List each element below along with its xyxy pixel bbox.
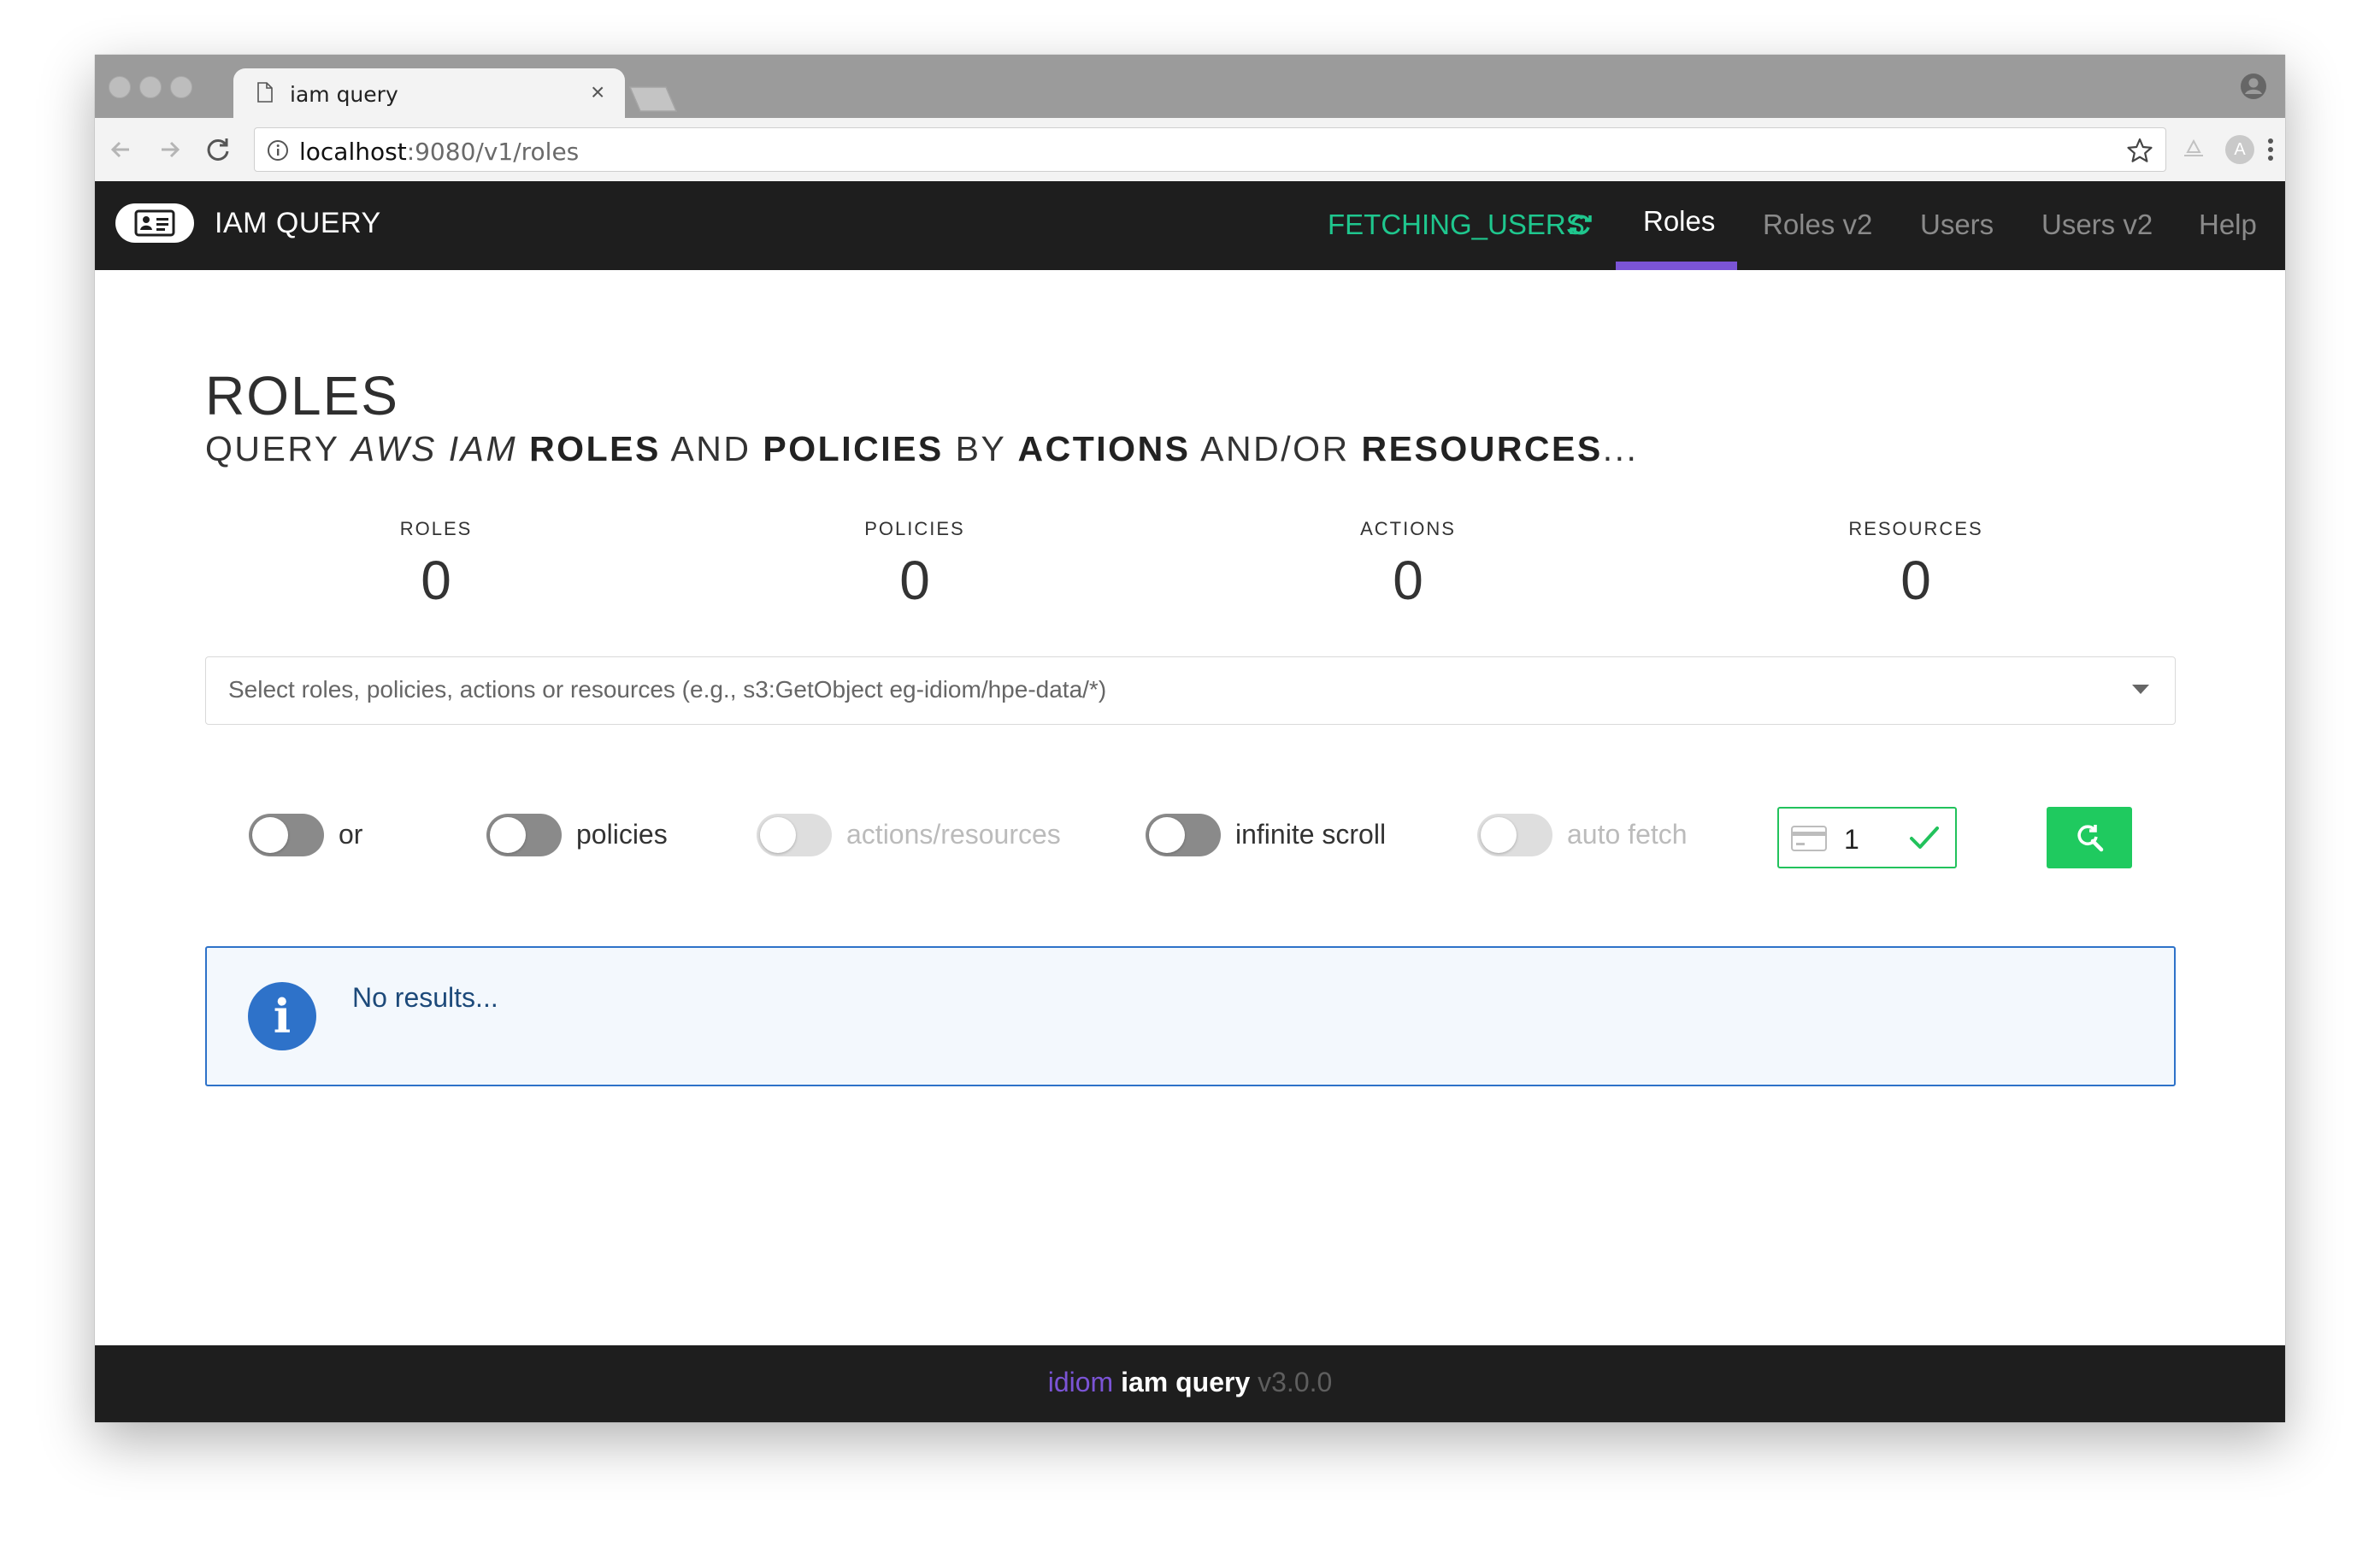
toggle-auto-fetch-label: auto fetch (1567, 819, 1688, 850)
app-brand[interactable]: IAM QUERY (215, 207, 381, 240)
profile-icon[interactable] (2239, 72, 2268, 101)
toggle-actions-resources-label: actions/resources (846, 819, 1061, 850)
forward-arrow-icon[interactable] (153, 133, 186, 166)
footer-app-name: iam query (1121, 1367, 1251, 1397)
url-host: localhost (299, 138, 407, 166)
toggle-knob (1149, 817, 1185, 853)
stat-label: RESOURCES (1848, 518, 1983, 539)
new-tab-button[interactable] (628, 84, 678, 113)
profile-avatar-icon[interactable]: A (2225, 135, 2254, 164)
fetch-status: FETCHING_USERS (1328, 209, 1585, 240)
browser-toolbar: localhost :9080/v1/roles A (95, 118, 2285, 182)
page-title: ROLES (205, 365, 399, 427)
nav-users[interactable]: Users (1920, 209, 1994, 241)
toggle-infinite-scroll-label: infinite scroll (1235, 819, 1387, 850)
browser-tab[interactable]: iam query × (233, 68, 625, 118)
reload-icon[interactable] (203, 133, 235, 166)
toggle-policies-label: policies (576, 819, 668, 850)
url-path: :9080/v1/roles (406, 138, 580, 166)
no-results-message: i No results... (205, 946, 2176, 1086)
credit-card-icon (1791, 826, 1827, 851)
search-button[interactable] (2047, 807, 2132, 868)
stat-label: POLICIES (864, 518, 965, 539)
toggle-knob (490, 817, 526, 853)
stat-value: 0 (421, 550, 451, 611)
page-number-input[interactable]: 1 (1777, 807, 1957, 868)
address-bar[interactable]: localhost :9080/v1/roles (254, 127, 2166, 172)
footer-brand[interactable]: idiom (1048, 1367, 1113, 1397)
stat-value: 0 (899, 550, 930, 611)
toggle-knob (760, 817, 796, 853)
nav-users-v2[interactable]: Users v2 (2041, 209, 2153, 241)
stat-label: ROLES (399, 518, 473, 539)
browser-window: iam query × localhost:9080/v1/roles A I… (95, 55, 2285, 1422)
stat-resources: RESOURCES 0 (1788, 518, 2044, 612)
menu-kebab-icon[interactable] (2256, 135, 2285, 164)
check-icon (1910, 827, 1939, 849)
nav-roles[interactable]: Roles (1643, 205, 1715, 238)
back-arrow-icon[interactable] (105, 133, 138, 166)
nav-help[interactable]: Help (2199, 209, 2257, 241)
window-close-dot[interactable] (109, 76, 131, 98)
toggle-knob (1481, 817, 1517, 853)
window-minimize-dot[interactable] (139, 76, 162, 98)
no-results-text: No results... (352, 982, 498, 1013)
toggle-knob (252, 817, 288, 853)
active-tab-indicator (1616, 262, 1737, 270)
file-icon (257, 82, 273, 103)
id-card-logo-icon[interactable] (115, 203, 194, 243)
footer-version: v3.0.0 (1258, 1367, 1333, 1397)
stat-value: 0 (1900, 550, 1931, 611)
window-zoom-dot[interactable] (170, 76, 192, 98)
app-footer: idiom iam query v3.0.0 (95, 1345, 2285, 1422)
extension-icon[interactable] (2179, 135, 2208, 164)
stat-label: ACTIONS (1360, 518, 1456, 539)
toggle-actions-resources (757, 814, 832, 856)
page-subtitle: QUERY AWS IAM ROLES AND POLICIES BY ACTI… (205, 429, 1639, 468)
toggle-auto-fetch (1477, 814, 1552, 856)
page-number-value[interactable]: 1 (1844, 824, 1859, 856)
refresh-icon (1570, 215, 1592, 235)
query-select[interactable]: Select roles, policies, actions or resou… (205, 656, 2176, 725)
toggle-infinite-scroll[interactable] (1146, 814, 1221, 856)
stat-roles: ROLES 0 (308, 518, 564, 612)
footer-credits: idiom iam query v3.0.0 (95, 1367, 2285, 1398)
toggle-or[interactable] (249, 814, 324, 856)
query-select-placeholder: Select roles, policies, actions or resou… (228, 676, 1107, 703)
toggle-policies[interactable] (486, 814, 562, 856)
tab-close-icon[interactable]: × (591, 79, 604, 106)
nav-roles-v2[interactable]: Roles v2 (1763, 209, 1872, 241)
stat-policies: POLICIES 0 (786, 518, 1043, 612)
toggle-or-label: or (339, 819, 363, 850)
chevron-down-icon[interactable] (2132, 685, 2149, 694)
tab-title: iam query (290, 82, 398, 107)
stat-value: 0 (1393, 550, 1423, 611)
stat-actions: ACTIONS 0 (1280, 518, 1536, 612)
app-navbar: IAM QUERY FETCHING_USERS Roles Roles v2 … (95, 181, 2285, 270)
tab-strip: iam query × (95, 55, 2285, 118)
bookmark-star-icon[interactable] (2126, 137, 2153, 164)
site-info-icon[interactable] (267, 139, 289, 162)
search-refresh-icon (2077, 825, 2104, 852)
info-icon: i (248, 982, 316, 1050)
